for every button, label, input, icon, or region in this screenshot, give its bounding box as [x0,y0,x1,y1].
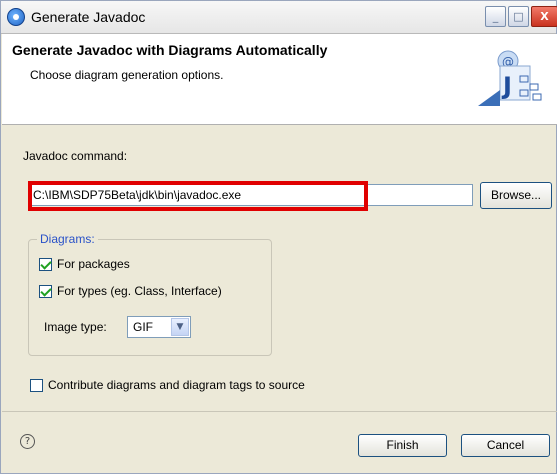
dialog-header: Generate Javadoc with Diagrams Automatic… [2,34,557,125]
minimize-button[interactable]: _ [485,6,506,27]
window-title: Generate Javadoc [31,9,146,25]
title-bar[interactable]: Generate Javadoc _ □ X [1,1,557,34]
browse-button[interactable]: Browse... [480,182,552,209]
app-icon [7,8,25,26]
javadoc-command-label: Javadoc command: [23,149,128,163]
javadoc-banner-icon: @ J [478,50,542,106]
dialog-title: Generate Javadoc with Diagrams Automatic… [12,42,328,58]
highlight-annotation [28,181,368,211]
maximize-button[interactable]: □ [508,6,529,27]
svg-text:J: J [501,72,512,100]
footer-divider [2,411,557,412]
help-icon[interactable]: ? [20,434,35,449]
dialog-window: Generate Javadoc _ □ X Generate Javadoc … [0,0,557,474]
close-button[interactable]: X [531,6,557,27]
for-types-label[interactable]: For types (eg. Class, Interface) [57,284,222,298]
for-packages-label[interactable]: For packages [57,257,130,271]
cancel-button[interactable]: Cancel [461,434,550,457]
diagrams-group-legend: Diagrams: [37,232,98,246]
image-type-select[interactable]: GIF ▼ [127,316,191,338]
dialog-subtitle: Choose diagram generation options. [30,68,224,82]
image-type-value: GIF [133,320,153,334]
chevron-down-icon[interactable]: ▼ [171,318,189,336]
for-types-checkbox[interactable] [39,285,52,298]
image-type-label: Image type: [44,320,107,334]
contribute-checkbox[interactable] [30,379,43,392]
finish-button[interactable]: Finish [358,434,447,457]
contribute-label[interactable]: Contribute diagrams and diagram tags to … [48,378,305,392]
for-packages-checkbox[interactable] [39,258,52,271]
